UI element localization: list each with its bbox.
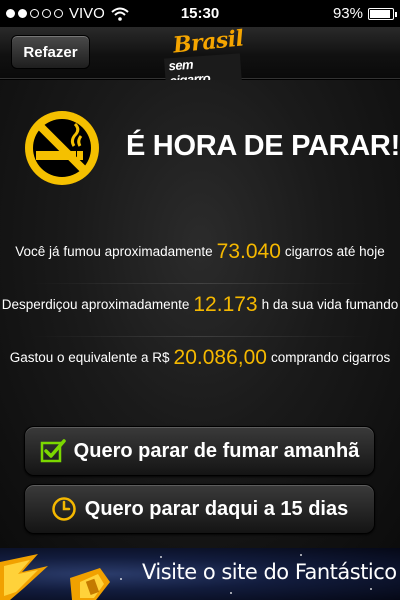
- battery-icon: [368, 7, 397, 20]
- stat-text-before: Gastou o equivalente a R$: [9, 350, 170, 365]
- quit-tomorrow-button[interactable]: Quero parar de fumar amanhã: [24, 426, 375, 476]
- main-content: É HORA DE PARAR! Você já fumou aproximad…: [0, 80, 400, 548]
- banner-text: Visite o site do Fantástico: [142, 560, 397, 584]
- wifi-icon: [111, 7, 129, 21]
- fantastico-logo-icon: [0, 554, 110, 600]
- refazer-button[interactable]: Refazer: [11, 35, 90, 69]
- quit-tomorrow-label: Quero parar de fumar amanhã: [73, 439, 360, 462]
- no-smoking-icon: [25, 111, 99, 185]
- status-bar: VIVO 15:30 93%: [0, 0, 400, 27]
- divider: [30, 336, 370, 337]
- signal-strength-icon: [6, 9, 63, 18]
- stat-money: Gastou o equivalente a R$ 20.086,00 compra…: [0, 346, 400, 370]
- checkbox-checked-icon: [40, 439, 66, 463]
- navigation-bar: Refazer Brasil sem cigarro: [0, 25, 400, 89]
- headline-row: É HORA DE PARAR!: [22, 108, 400, 188]
- stat-value-money: 20.086,00: [173, 346, 267, 369]
- stat-hours: Desperdiçou aproximadamente 12.173 h da su…: [0, 293, 400, 317]
- stat-text-before: Você já fumou aproximadamente: [15, 244, 213, 259]
- stat-text-after: cigarros até hoje: [284, 244, 385, 259]
- stat-cigarettes: Você já fumou aproximadamente 73.040 cigar…: [0, 240, 400, 264]
- carrier-name: VIVO: [69, 5, 105, 22]
- stat-text-after: h da sua vida fumando: [261, 297, 399, 312]
- divider: [30, 283, 370, 284]
- quit-in-15-days-button[interactable]: Quero parar daqui a 15 dias: [24, 484, 375, 534]
- headline: É HORA DE PARAR!: [126, 130, 400, 162]
- stat-text-after: comprando cigarros: [270, 350, 391, 365]
- clock-icon: [52, 497, 76, 521]
- brasil-sem-cigarro-logo: Brasil sem cigarro: [163, 25, 245, 89]
- stat-value-cigarettes: 73.040: [216, 240, 281, 263]
- quit-in-15-days-label: Quero parar daqui a 15 dias: [84, 497, 349, 520]
- battery-percent: 93%: [332, 5, 363, 22]
- fantastico-banner[interactable]: Visite o site do Fantástico: [0, 548, 400, 600]
- stat-text-before: Desperdiçou aproximadamente: [1, 297, 190, 312]
- stat-value-hours: 12.173: [193, 293, 258, 316]
